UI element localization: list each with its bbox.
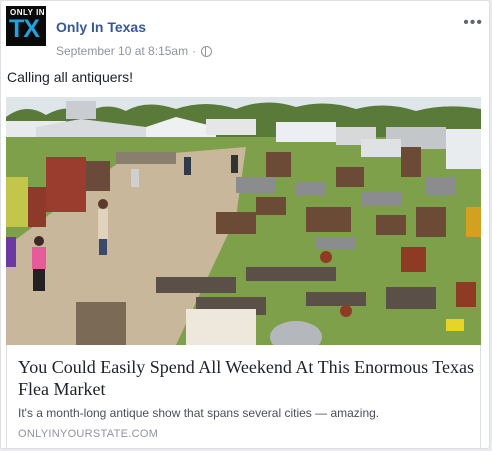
avatar-line2: TX (9, 15, 40, 43)
post-text: Calling all antiquers! (7, 69, 134, 85)
post-timestamp[interactable]: September 10 at 8:15am (56, 44, 188, 58)
page-name-link[interactable]: Only In Texas (56, 19, 146, 35)
globe-icon[interactable] (201, 45, 213, 57)
post-photo[interactable] (6, 97, 481, 345)
page-avatar[interactable]: ONLY IN TX (6, 6, 46, 46)
meta-separator: · (192, 44, 197, 58)
post-card: ONLY IN TX Only In Texas September 10 at… (0, 0, 490, 449)
link-description: It's a month-long antique show that span… (18, 406, 380, 420)
post-header: ONLY IN TX Only In Texas September 10 at… (6, 6, 486, 58)
link-preview[interactable]: You Could Easily Spend All Weekend At Th… (6, 345, 481, 449)
post-meta: September 10 at 8:15am · (56, 44, 213, 58)
flea-market-image (6, 97, 481, 345)
link-domain: ONLYINYOURSTATE.COM (18, 428, 159, 440)
ellipsis-icon[interactable]: ••• (463, 15, 483, 31)
link-title[interactable]: You Could Easily Spend All Weekend At Th… (18, 356, 478, 400)
